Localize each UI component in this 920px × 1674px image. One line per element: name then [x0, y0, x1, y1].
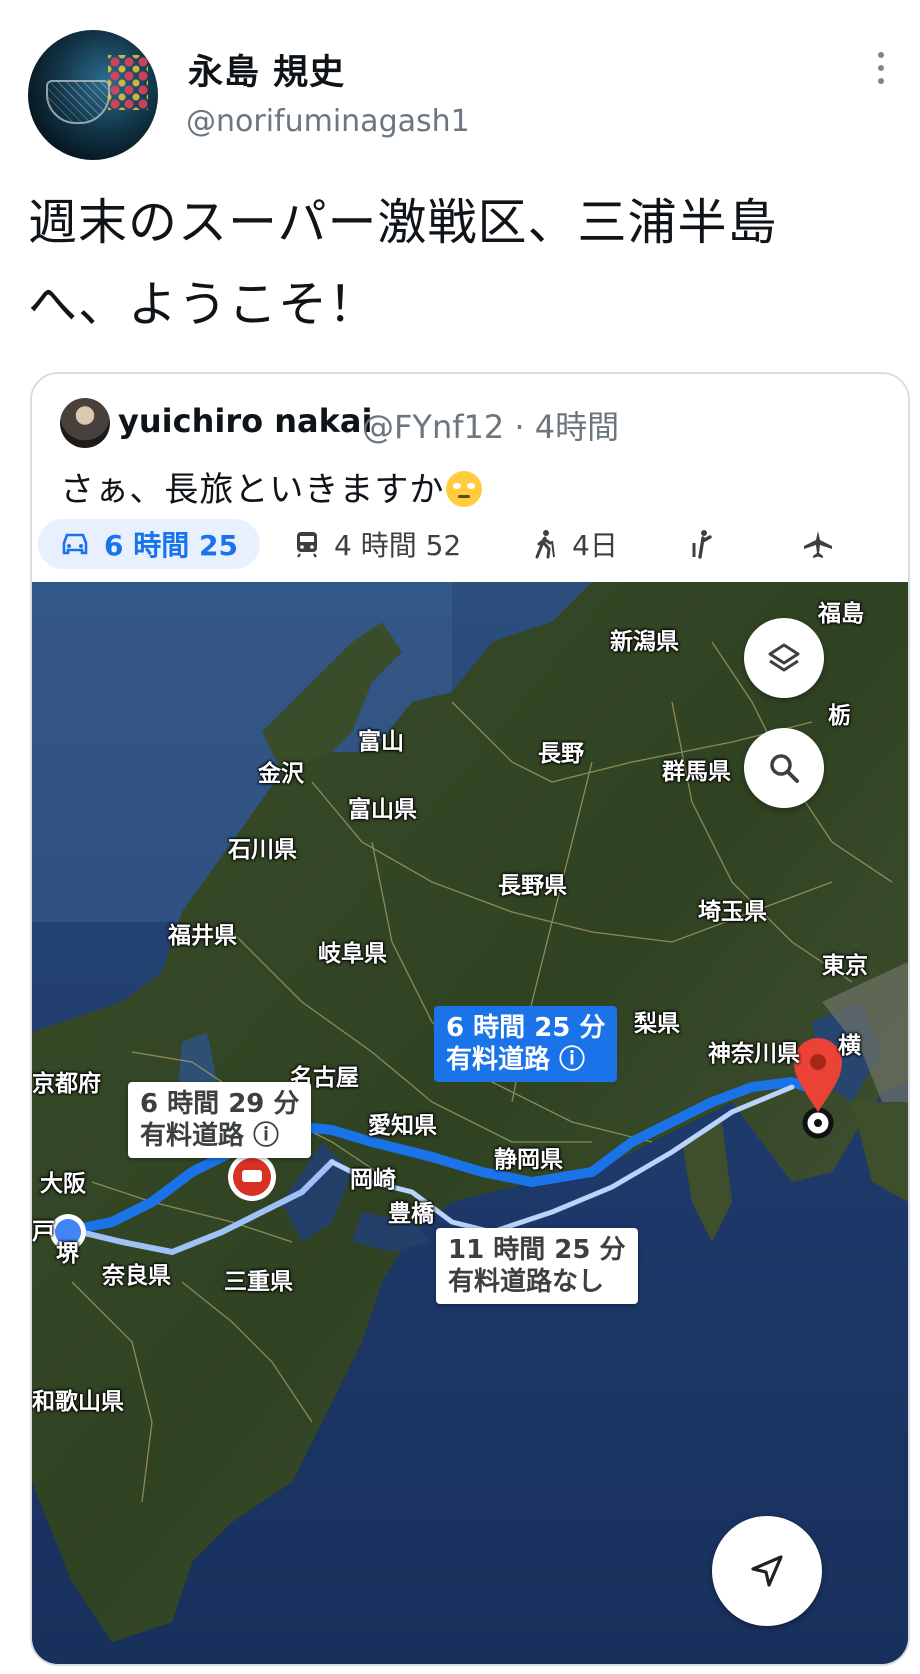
place-label: 岡崎	[350, 1167, 396, 1193]
tweet-text-line2: へ、ようこそ！	[28, 276, 379, 333]
quoted-author-avatar	[60, 398, 110, 448]
author-avatar[interactable]	[28, 30, 158, 160]
layers-button[interactable]	[744, 618, 824, 698]
tweet-text-line1: 週末のスーパー激戦区、三浦半島	[28, 194, 778, 251]
car-icon	[62, 533, 88, 555]
route-callout-alt2[interactable]: 11 時間 25 分 有料道路なし	[436, 1228, 638, 1304]
place-label: 戸	[32, 1219, 55, 1245]
place-label: 群馬県	[662, 759, 731, 785]
tab-driving[interactable]: 6 時間 25	[38, 519, 260, 569]
place-label: 埼玉県	[698, 899, 767, 925]
tab-driving-label: 6 時間 25	[104, 529, 238, 562]
quoted-text-content: さぁ、長旅といきますか	[60, 470, 445, 510]
place-label: 新潟県	[610, 629, 679, 655]
place-label: 豊橋	[388, 1201, 434, 1227]
place-label: 石川県	[228, 837, 297, 863]
route-alt1-note: 有料道路 ⓘ	[140, 1121, 280, 1151]
navigate-button[interactable]	[712, 1516, 822, 1626]
quoted-author-name: yuichiro nakai	[118, 402, 373, 440]
author-handle[interactable]: @norifuminagash1	[186, 104, 470, 139]
tab-walking-label: 4日	[572, 529, 618, 562]
place-label: 栃	[828, 703, 851, 729]
tab-ride[interactable]	[688, 519, 728, 569]
place-label: 長野県	[498, 873, 567, 899]
flight-icon	[804, 531, 832, 558]
transit-icon	[297, 532, 317, 558]
place-label: 静岡県	[494, 1147, 563, 1173]
place-label: 東京	[822, 953, 868, 979]
tab-transit-label: 4 時間 52	[334, 529, 462, 562]
place-label: 金沢	[258, 761, 304, 787]
transport-mode-tabs: 6 時間 25 4 時間 52 4日	[32, 519, 908, 579]
place-label: 奈良県	[102, 1263, 171, 1289]
search-button[interactable]	[744, 728, 824, 808]
route-poi-marker-icon	[228, 1153, 276, 1201]
search-icon	[770, 754, 799, 783]
route-main-time: 6 時間 25 分	[446, 1013, 606, 1043]
author-display-name[interactable]: 永島 規史	[188, 44, 345, 95]
route-alt1-time: 6 時間 29 分	[140, 1089, 300, 1119]
place-label: 富山県	[348, 797, 417, 823]
route-map[interactable]: 福島 新潟県 栃 富山 長野 金沢 群馬県 富山県 石川県 長野県 埼玉県 福井…	[32, 582, 908, 1664]
walk-icon	[535, 530, 555, 559]
place-label: 福井県	[168, 923, 237, 949]
navigation-arrow-icon	[751, 1555, 783, 1587]
more-options-icon[interactable]	[878, 52, 886, 92]
place-label: 富山	[358, 729, 404, 755]
place-label: 堺	[56, 1241, 79, 1267]
ride-icon	[692, 530, 712, 559]
route-callout-main[interactable]: 6 時間 25 分 有料道路 ⓘ	[434, 1006, 618, 1082]
place-label: 愛知県	[368, 1113, 437, 1139]
place-label: 福島	[818, 601, 864, 627]
place-label: 三重県	[224, 1269, 293, 1295]
route-main-note: 有料道路 ⓘ	[446, 1045, 586, 1075]
place-label: 長野	[538, 741, 584, 767]
place-label: 京都府	[32, 1071, 101, 1097]
quoted-tweet-card[interactable]: yuichiro nakai @FYnf12 · 4時間 さぁ、長旅といきますか…	[30, 372, 910, 1666]
quoted-author-handle-time: @FYnf12 · 4時間	[362, 408, 620, 446]
route-callout-alt1[interactable]: 6 時間 29 分 有料道路 ⓘ	[128, 1082, 312, 1158]
place-label: 神奈川県	[708, 1041, 800, 1067]
place-label: 横	[838, 1033, 861, 1059]
tab-transit[interactable]: 4 時間 52	[294, 519, 461, 569]
tab-walking[interactable]: 4日	[532, 519, 618, 569]
place-label: 岐阜県	[318, 941, 387, 967]
place-label: 梨県	[634, 1011, 680, 1037]
route-alt2-time: 11 時間 25 分	[448, 1235, 626, 1265]
tweet-text: 週末のスーパー激戦区、三浦半島 へ、ようこそ！	[28, 182, 888, 346]
place-label: 大阪	[40, 1171, 86, 1197]
layers-icon	[768, 643, 800, 672]
route-alt2-note: 有料道路なし	[448, 1267, 605, 1297]
quoted-tweet-text: さぁ、長旅といきますか	[60, 462, 483, 511]
rolling-eyes-emoji-icon	[446, 471, 483, 507]
place-label: 和歌山県	[32, 1389, 124, 1415]
tab-flight[interactable]	[802, 519, 848, 569]
